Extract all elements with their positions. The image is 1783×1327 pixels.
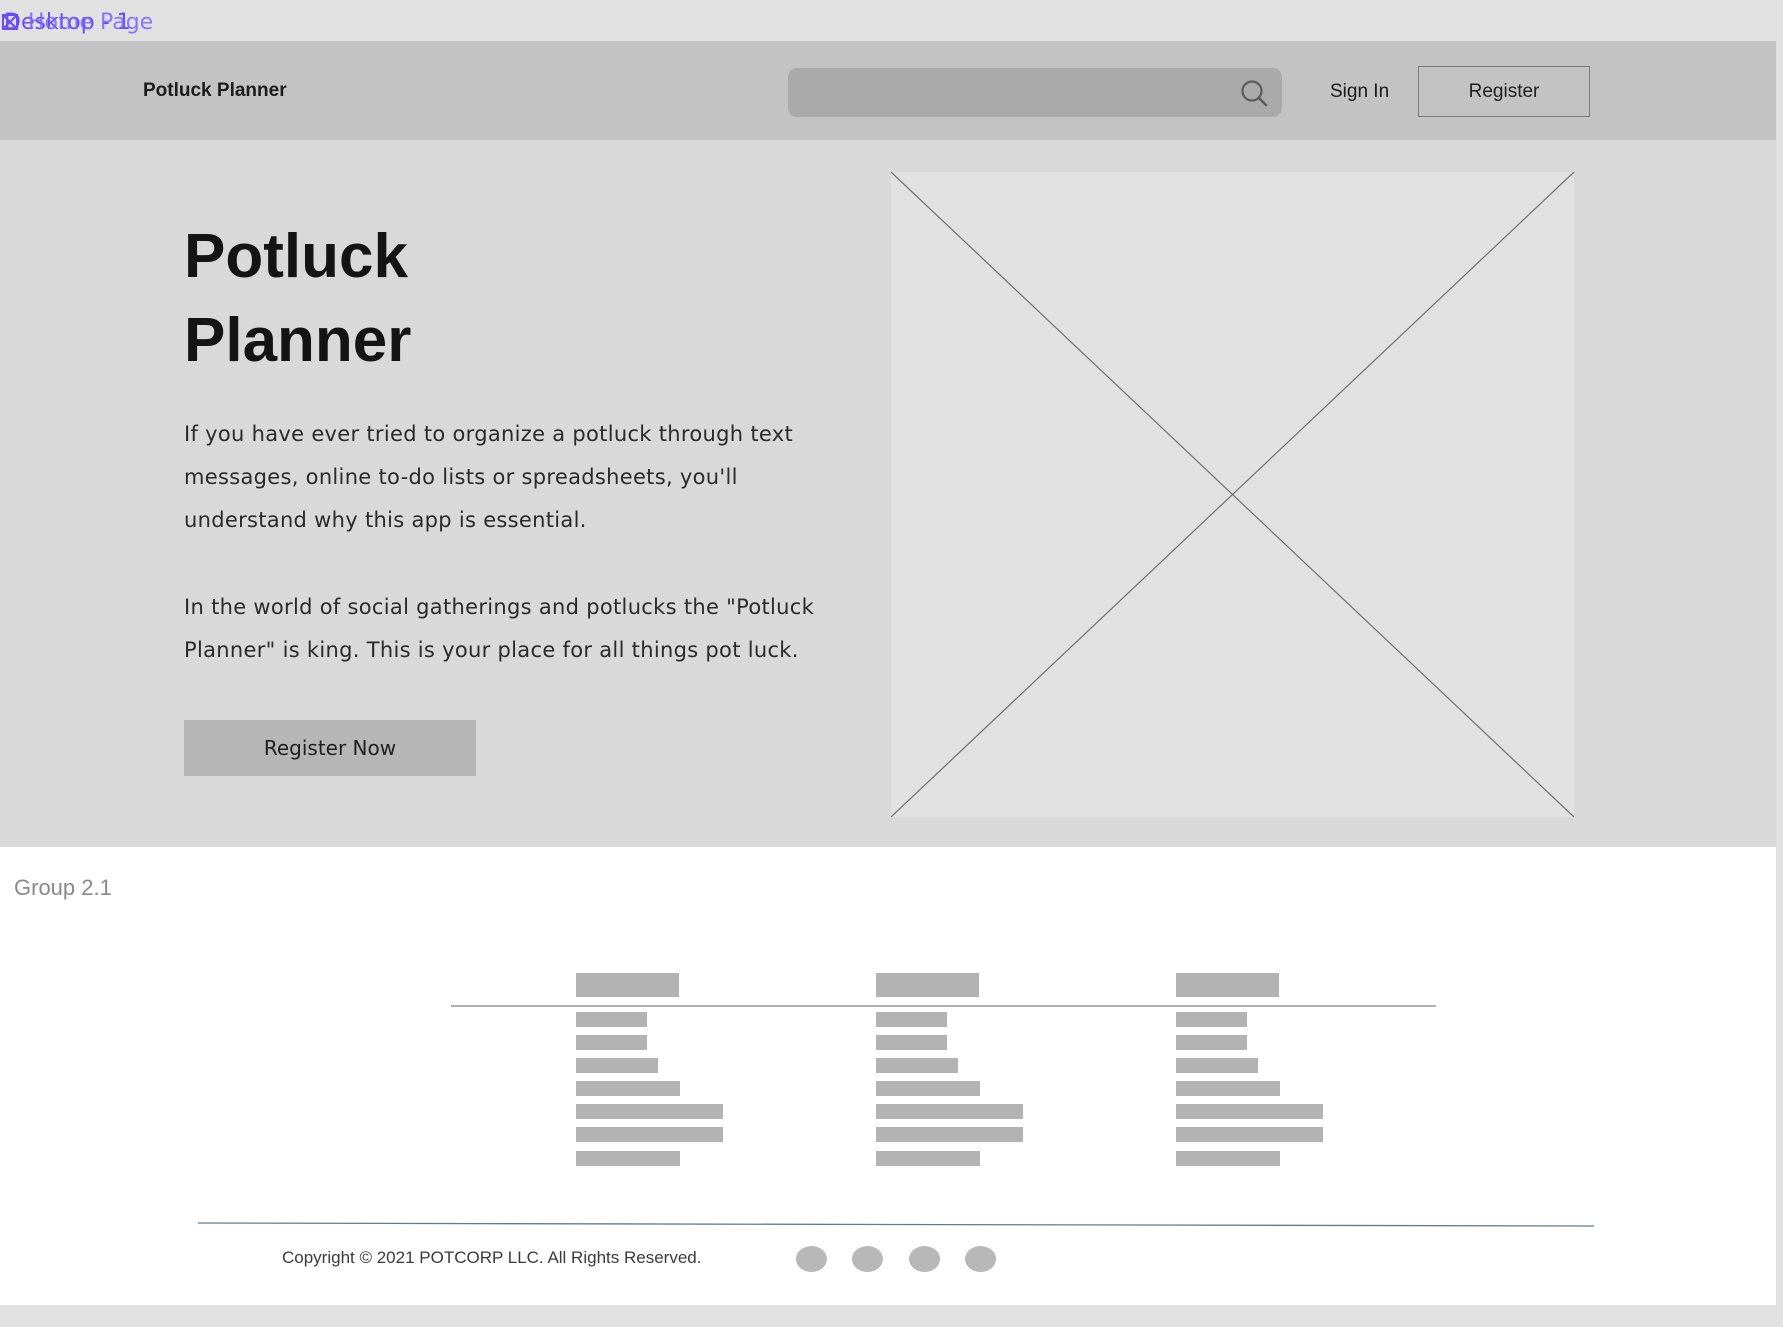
hero-paragraph-1: If you have ever tried to organize a pot… <box>184 422 793 532</box>
social-icon-2[interactable] <box>852 1246 883 1272</box>
footer-link[interactable] <box>1176 1081 1280 1096</box>
footer-link[interactable] <box>876 1035 947 1050</box>
footer-link[interactable] <box>1176 1035 1247 1050</box>
footer-column-heading[interactable] <box>1176 973 1279 997</box>
hero-section: Potluck Planner If you have ever tried t… <box>0 140 1776 847</box>
footer-link[interactable] <box>876 1012 947 1027</box>
footer-column-heading[interactable] <box>876 973 979 997</box>
footer-link[interactable] <box>576 1058 658 1073</box>
hero-title: Potluck Planner <box>184 215 684 383</box>
footer-link[interactable] <box>876 1104 1023 1119</box>
social-icon-3[interactable] <box>909 1246 940 1272</box>
frame-overlay-name: Home Page <box>28 10 154 35</box>
footer-link[interactable] <box>576 1104 723 1119</box>
group-label: Group 2.1 <box>14 875 112 900</box>
footer-link[interactable] <box>576 1151 680 1166</box>
footer-link[interactable] <box>1176 1012 1247 1027</box>
footer-bottom-divider <box>198 1222 1594 1227</box>
footer-link[interactable] <box>1176 1104 1323 1119</box>
sign-in-link[interactable]: Sign In <box>1330 81 1389 103</box>
hero-paragraph-2: In the world of social gatherings and po… <box>184 595 815 662</box>
image-placeholder <box>891 172 1574 817</box>
footer-link[interactable] <box>576 1012 647 1027</box>
search-input[interactable] <box>788 68 1228 117</box>
footer-link[interactable] <box>876 1058 958 1073</box>
footer-link[interactable] <box>1176 1151 1280 1166</box>
copyright-text: Copyright © 2021 POTCORP LLC. All Rights… <box>282 1248 702 1267</box>
footer-link[interactable] <box>1176 1127 1323 1142</box>
footer-divider <box>451 1005 1436 1007</box>
footer-link[interactable] <box>876 1081 980 1096</box>
footer-link[interactable] <box>876 1127 1023 1142</box>
footer-link[interactable] <box>1176 1058 1258 1073</box>
hero-title-line-1: Potluck <box>184 222 408 291</box>
footer-link[interactable] <box>876 1151 980 1166</box>
register-now-button[interactable]: Register Now <box>184 720 476 776</box>
social-icon-4[interactable] <box>965 1246 996 1272</box>
header: Potluck Planner Sign In Register <box>0 41 1776 140</box>
footer-link[interactable] <box>576 1127 723 1142</box>
register-button[interactable]: Register <box>1418 66 1590 117</box>
image-placeholder-icon <box>891 172 1574 817</box>
footer-link[interactable] <box>576 1035 647 1050</box>
footer-link[interactable] <box>576 1081 680 1096</box>
search-icon[interactable] <box>1240 79 1268 107</box>
brand-logo[interactable]: Potluck Planner <box>143 80 287 102</box>
footer: Group 2.1 Copyright © 2021 POTCORP LLC. … <box>0 847 1776 1305</box>
footer-column-heading[interactable] <box>576 973 679 997</box>
search-bar[interactable] <box>788 68 1282 117</box>
social-icon-1[interactable] <box>796 1246 827 1272</box>
hero-title-line-2: Planner <box>184 306 412 375</box>
